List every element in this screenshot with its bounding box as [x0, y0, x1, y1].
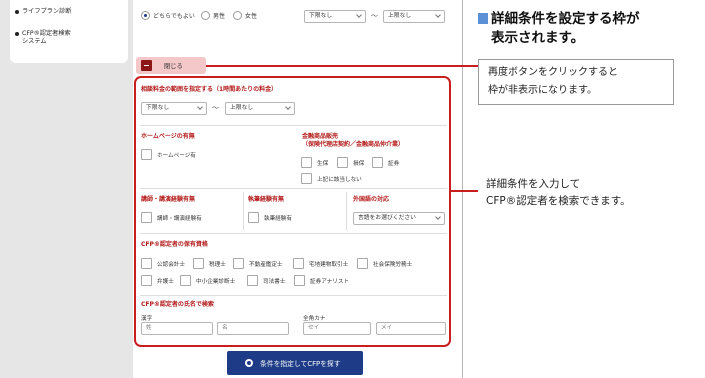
- note-connector-line: [206, 65, 478, 67]
- writing-checkbox[interactable]: 執筆経験有: [248, 212, 292, 223]
- checkbox-nonlife-insurance[interactable]: 損保: [337, 157, 364, 168]
- minus-icon: [141, 60, 152, 71]
- kana-label: 全角カナ: [303, 316, 326, 322]
- chevron-down-icon: [435, 12, 441, 18]
- kanji-label: 漢字: [141, 316, 153, 322]
- radio-male[interactable]: 男性: [201, 11, 225, 20]
- checkbox-lawyer[interactable]: 弁護士: [141, 275, 174, 286]
- checkbox-securities[interactable]: 証券: [372, 157, 399, 168]
- bullet-icon: [15, 32, 19, 36]
- range-tilde: 〜: [371, 12, 378, 20]
- annotation-note-box: 再度ボタンをクリックすると 枠が非表示になります。: [478, 59, 674, 105]
- fee-heading: 相談料金の範囲を指定する（1時間あたりの料金）: [141, 86, 278, 93]
- checkbox-tax-accountant[interactable]: 税理士: [193, 258, 226, 269]
- annotation-heading: 詳細条件を設定する枠が 表示されます。: [478, 10, 640, 48]
- fee-to-select[interactable]: 上限なし: [225, 102, 295, 115]
- language-select[interactable]: 言語をお選びください: [353, 212, 445, 225]
- checkbox-sme-consultant[interactable]: 中小企業診断士: [180, 275, 235, 286]
- bullet-icon: [15, 10, 19, 14]
- financial-heading: 金融商品販売: [302, 133, 339, 140]
- lecture-checkbox[interactable]: 講師・講演経験有: [141, 212, 202, 223]
- lecture-heading: 講師・講演経験有無: [141, 196, 196, 203]
- age-to-select[interactable]: 上限なし: [383, 10, 445, 23]
- divider: [346, 192, 347, 230]
- desc-connector-line: [451, 190, 478, 192]
- kana-sei-input[interactable]: セイ: [303, 322, 371, 335]
- annotation-description: 詳細条件を入力して CFP®認定者を検索できます。: [486, 178, 631, 207]
- checkbox-life-insurance[interactable]: 生保: [301, 157, 328, 168]
- radio-icon: [201, 11, 210, 20]
- homepage-checkbox[interactable]: ホームページ有: [141, 149, 196, 160]
- checkbox-real-estate-broker[interactable]: 宅地建物取引士: [293, 258, 348, 269]
- checkbox-labor-consultant[interactable]: 社会保険労務士: [357, 258, 412, 269]
- range-tilde: 〜: [212, 104, 219, 112]
- radio-selected-icon: [141, 11, 150, 20]
- chevron-down-icon: [197, 104, 203, 110]
- checkbox-securities-analyst[interactable]: 証券アナリスト: [294, 275, 349, 286]
- radio-female[interactable]: 女性: [233, 11, 257, 20]
- chevron-down-icon: [435, 214, 441, 220]
- kana-mei-input[interactable]: メイ: [376, 322, 446, 335]
- circle-arrow-icon: [245, 359, 253, 367]
- kanji-sei-input[interactable]: 姓: [141, 322, 213, 335]
- chevron-down-icon: [356, 12, 362, 18]
- divider: [243, 192, 244, 230]
- sidebar: ライフプラン診断 CFP®認定者検索 システム: [10, 0, 128, 63]
- fee-from-select[interactable]: 下限なし: [141, 102, 207, 115]
- age-from-select[interactable]: 下限なし: [304, 10, 366, 23]
- writing-heading: 執筆経験有無: [248, 196, 285, 203]
- financial-subheading: （保険代理店契約／金融商品仲介業）: [302, 141, 405, 148]
- checkbox-judicial-scrivener[interactable]: 司法書士: [247, 275, 285, 286]
- qualifications-heading: CFP®認定者の保有資格: [141, 241, 208, 248]
- checkbox-cpa[interactable]: 公認会計士: [141, 258, 185, 269]
- close-details-button[interactable]: 閉じる: [136, 57, 206, 74]
- homepage-heading: ホームページの有無: [141, 133, 195, 140]
- square-marker-icon: [478, 13, 488, 24]
- name-search-heading: CFP®認定者の氏名で検索: [141, 301, 214, 308]
- radio-any[interactable]: どちらでもよい: [141, 11, 195, 20]
- kanji-mei-input[interactable]: 名: [217, 322, 289, 335]
- checkbox-none-of-above[interactable]: 上記に該当しない: [301, 173, 362, 184]
- sidebar-item-lifeplan[interactable]: ライフプラン診断: [15, 8, 72, 16]
- radio-icon: [233, 11, 242, 20]
- chevron-down-icon: [285, 104, 291, 110]
- search-cfp-button[interactable]: 条件を指定してCFPを探す: [227, 351, 363, 375]
- checkbox-real-estate-appraiser[interactable]: 不動産鑑定士: [233, 258, 283, 269]
- sidebar-item-cfp-search[interactable]: CFP®認定者検索 システム: [15, 30, 71, 46]
- language-heading: 外国語の対応: [353, 196, 390, 203]
